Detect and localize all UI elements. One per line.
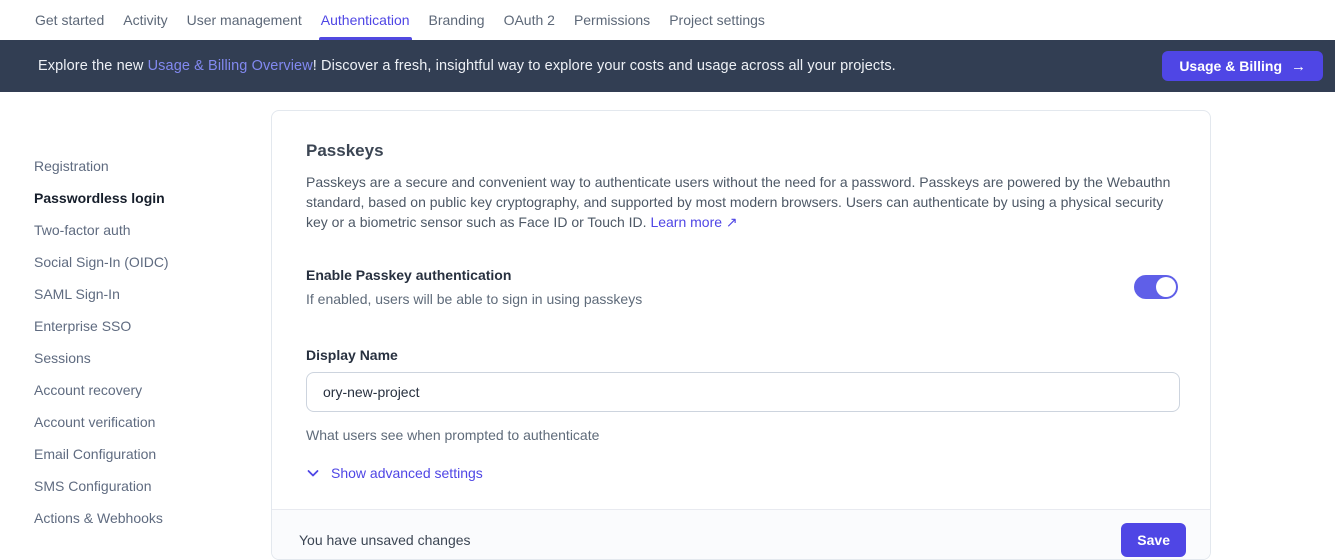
- tab-user-management[interactable]: User management: [187, 0, 302, 40]
- unsaved-changes-status: You have unsaved changes: [299, 532, 471, 548]
- settings-sidebar: Registration Passwordless login Two-fact…: [0, 92, 271, 534]
- display-name-help: What users see when prompted to authenti…: [306, 427, 1178, 443]
- sidebar-item-account-recovery[interactable]: Account recovery: [34, 374, 271, 406]
- display-name-input[interactable]: [306, 372, 1180, 412]
- learn-more-label: Learn more: [650, 214, 722, 230]
- enable-passkey-help: If enabled, users will be able to sign i…: [306, 289, 642, 309]
- enable-passkey-label: Enable Passkey authentication: [306, 265, 642, 285]
- passkeys-description-text: Passkeys are a secure and convenient way…: [306, 174, 1170, 230]
- usage-billing-button-label: Usage & Billing: [1179, 58, 1282, 74]
- top-navigation: Get started Activity User management Aut…: [0, 0, 1335, 40]
- passkeys-settings-card: Passkeys Passkeys are a secure and conve…: [271, 110, 1211, 560]
- display-name-field: Display Name What users see when prompte…: [306, 347, 1178, 443]
- sidebar-item-two-factor-auth[interactable]: Two-factor auth: [34, 214, 271, 246]
- learn-more-link[interactable]: Learn more ↗: [650, 214, 737, 230]
- tab-get-started[interactable]: Get started: [35, 0, 104, 40]
- sidebar-item-sms-configuration[interactable]: SMS Configuration: [34, 470, 271, 502]
- sidebar-item-actions-webhooks[interactable]: Actions & Webhooks: [34, 502, 271, 534]
- sidebar-item-passwordless-login[interactable]: Passwordless login: [34, 182, 271, 214]
- sidebar-item-saml-sign-in[interactable]: SAML Sign-In: [34, 278, 271, 310]
- tab-oauth2[interactable]: OAuth 2: [504, 0, 555, 40]
- enable-passkey-row: Enable Passkey authentication If enabled…: [306, 265, 1178, 309]
- save-button[interactable]: Save: [1121, 523, 1186, 557]
- arrow-right-icon: →: [1291, 58, 1306, 75]
- sidebar-item-registration[interactable]: Registration: [34, 150, 271, 182]
- display-name-label: Display Name: [306, 347, 1178, 363]
- tab-authentication[interactable]: Authentication: [321, 0, 410, 40]
- tab-activity[interactable]: Activity: [123, 0, 167, 40]
- save-bar: You have unsaved changes Save: [272, 509, 1210, 559]
- show-advanced-settings-label: Show advanced settings: [331, 465, 483, 481]
- banner-text-suffix: ! Discover a fresh, insightful way to ex…: [313, 58, 896, 74]
- sidebar-item-email-configuration[interactable]: Email Configuration: [34, 438, 271, 470]
- external-link-arrow-icon: ↗: [726, 214, 738, 230]
- banner-text-prefix: Explore the new: [38, 58, 148, 74]
- banner-message: Explore the new Usage & Billing Overview…: [38, 58, 896, 74]
- enable-passkey-labels: Enable Passkey authentication If enabled…: [306, 265, 642, 309]
- toggle-knob: [1156, 277, 1176, 297]
- sidebar-item-enterprise-sso[interactable]: Enterprise SSO: [34, 310, 271, 342]
- show-advanced-settings[interactable]: Show advanced settings: [306, 465, 483, 481]
- tab-project-settings[interactable]: Project settings: [669, 0, 765, 40]
- page-title: Passkeys: [306, 141, 1178, 161]
- passkeys-description: Passkeys are a secure and convenient way…: [306, 172, 1178, 232]
- passkey-toggle[interactable]: [1134, 275, 1178, 299]
- sidebar-item-account-verification[interactable]: Account verification: [34, 406, 271, 438]
- sidebar-item-social-sign-in[interactable]: Social Sign-In (OIDC): [34, 246, 271, 278]
- tab-branding[interactable]: Branding: [429, 0, 485, 40]
- sidebar-item-sessions[interactable]: Sessions: [34, 342, 271, 374]
- usage-billing-banner: Explore the new Usage & Billing Overview…: [0, 40, 1335, 92]
- usage-billing-overview-link[interactable]: Usage & Billing Overview: [148, 58, 313, 74]
- content-area: Registration Passwordless login Two-fact…: [0, 92, 1335, 560]
- tab-permissions[interactable]: Permissions: [574, 0, 650, 40]
- usage-billing-button[interactable]: Usage & Billing →: [1162, 51, 1323, 81]
- chevron-down-icon: [306, 466, 320, 480]
